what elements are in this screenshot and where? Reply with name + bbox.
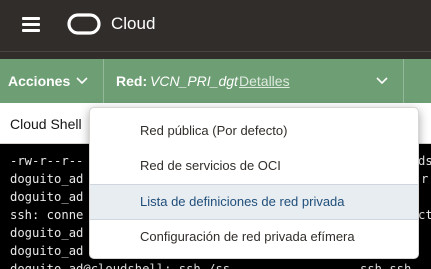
menu-icon[interactable] — [22, 17, 40, 32]
oracle-logo-icon[interactable] — [67, 13, 101, 35]
network-value: VCN_PRI_dgt — [150, 73, 238, 89]
menu-item-label: Red pública (Por defecto) — [140, 123, 288, 138]
menu-item-configuracion-efimera[interactable]: Configuración de red privada efímera — [90, 220, 418, 256]
tab-cloud-shell[interactable]: Cloud Shell — [10, 116, 82, 132]
network-selector[interactable]: Red: VCN_PRI_dgt Detalles — [104, 59, 404, 103]
network-details-link[interactable]: Detalles — [239, 73, 290, 89]
action-bar: Acciones Red: VCN_PRI_dgt Detalles — [0, 59, 431, 103]
network-label: Red: — [116, 73, 148, 89]
acciones-label: Acciones — [8, 73, 71, 89]
chevron-down-icon — [76, 77, 88, 85]
menu-item-label: Lista de definiciones de red privada — [140, 194, 345, 209]
menu-item-label: Configuración de red privada efímera — [140, 229, 355, 244]
acciones-menu-button[interactable]: Acciones — [0, 59, 104, 103]
menu-item-lista-definiciones[interactable]: Lista de definiciones de red privada — [90, 184, 418, 220]
terminal-fragment: ct — [418, 208, 431, 222]
terminal-line: doguito_ad — [10, 226, 84, 240]
terminal-fragment: r — [421, 172, 429, 186]
terminal-line: doguito_ad — [10, 244, 84, 258]
top-strip — [0, 51, 431, 59]
menu-item-label: Red de servicios de OCI — [140, 158, 281, 173]
network-dropdown-menu: Red pública (Por defecto) Red de servici… — [89, 107, 419, 259]
terminal-line: doguito_ad@cloudshell: ssh /ss — [10, 262, 231, 269]
menu-item-red-servicios-oci[interactable]: Red de servicios de OCI — [90, 149, 418, 185]
terminal-line: -rw-r--r-- — [10, 154, 84, 168]
top-bar: Cloud — [0, 0, 431, 51]
terminal-line: doguito_ad — [10, 172, 84, 186]
brand-title: Cloud — [111, 14, 156, 33]
menu-item-red-publica[interactable]: Red pública (Por defecto) — [90, 114, 418, 150]
chevron-down-icon[interactable] — [375, 76, 389, 86]
terminal-fragment: ds — [418, 154, 431, 168]
terminal-fragment: ssh ssh — [360, 262, 412, 269]
terminal-line: ssh: conne — [10, 208, 84, 222]
terminal-line: doguito_ad — [10, 190, 84, 204]
